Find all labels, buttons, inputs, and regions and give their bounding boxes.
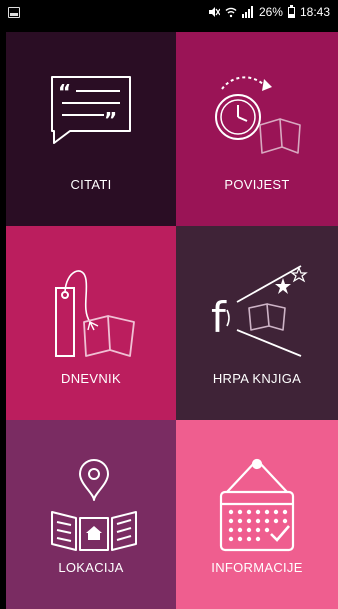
tile-hrpa-icon-wrap: f — [176, 260, 338, 360]
tile-hrpa-knjiga[interactable]: f HRPA KNJIGA — [176, 226, 338, 420]
clock-book-icon — [215, 76, 301, 154]
tile-dnevnik[interactable]: DNEVNIK — [6, 226, 176, 420]
tile-citati-icon-wrap: “ ” — [6, 66, 176, 166]
calendar-icon — [219, 458, 295, 552]
tile-lokacija-label: LOKACIJA — [58, 560, 124, 575]
svg-text:”: ” — [104, 108, 117, 132]
tile-citati[interactable]: “ ” CITATI — [6, 32, 176, 226]
bookmark-book-icon — [55, 270, 135, 357]
wifi-icon — [225, 7, 237, 18]
notification-icon — [8, 6, 20, 18]
tile-hrpa-label: HRPA KNJIGA — [212, 371, 302, 386]
clock: 18:43 — [299, 5, 330, 19]
tile-informacije-icon-wrap — [176, 454, 338, 554]
svg-text:f: f — [211, 293, 227, 342]
tile-povijest-label: POVIJEST — [224, 177, 290, 192]
tile-dnevnik-label: DNEVNIK — [61, 371, 121, 386]
menu-grid: “ ” CITATI POVIJEST DNEVNIK f HRPA KNJIG… — [6, 32, 338, 609]
quote-bubble-icon: “ ” — [51, 76, 131, 144]
tile-informacije[interactable]: INFORMACIJE — [176, 420, 338, 609]
battery-percent: 26% — [258, 5, 283, 19]
facebook-book-icon: f — [211, 265, 308, 357]
status-bar-left — [8, 6, 20, 18]
tile-citati-label: CITATI — [70, 177, 112, 192]
map-pin-icon — [51, 459, 137, 551]
tile-lokacija-icon-wrap — [6, 454, 176, 554]
tile-dnevnik-icon-wrap — [6, 260, 176, 360]
status-bar: 26% 18:43 — [0, 0, 338, 24]
mute-icon — [208, 7, 220, 17]
signal-icon — [241, 6, 253, 18]
battery-icon — [287, 4, 295, 18]
tile-informacije-label: INFORMACIJE — [211, 560, 303, 575]
tile-povijest[interactable]: POVIJEST — [176, 32, 338, 226]
svg-text:“: “ — [58, 80, 71, 104]
tile-lokacija[interactable]: LOKACIJA — [6, 420, 176, 609]
tile-povijest-icon-wrap — [176, 66, 338, 166]
status-bar-right: 26% 18:43 — [208, 4, 330, 19]
